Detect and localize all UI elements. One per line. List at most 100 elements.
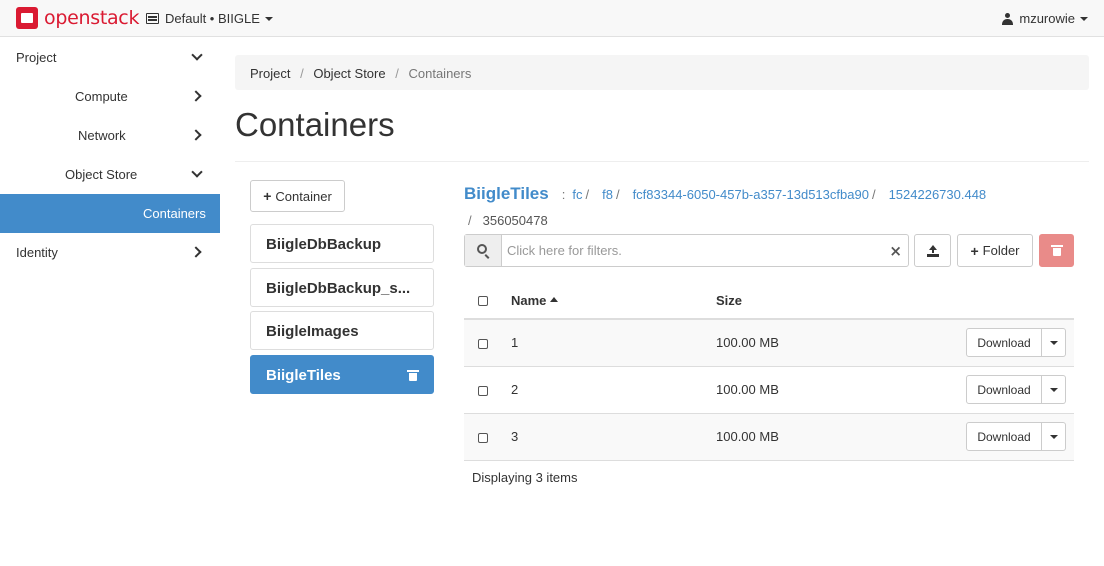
row-actions: Download [847,366,1074,414]
container-item-biigledbbackup[interactable]: BiigleDbBackup [250,224,434,263]
object-size: 100.00 MB [716,413,848,461]
actions-column-header [847,282,1074,320]
items-count: Displaying 3 items [472,470,578,485]
openstack-logo[interactable]: openstack [16,5,139,31]
breadcrumb-separator: / [300,66,304,81]
path-separator: / [585,187,590,202]
name-column-header[interactable]: Name [511,282,716,320]
sidebar-item-project[interactable]: Project [0,38,220,77]
project-list-icon [146,13,159,24]
search-icon [477,244,487,254]
filter-input[interactable] [507,243,887,258]
caret-down-icon [1049,387,1058,392]
create-folder-label: Folder [982,243,1020,258]
openstack-logo-icon [16,7,38,29]
path-segment[interactable]: fcf83344-6050-457b-a357-13d513cfba90 [633,187,869,202]
chevron-right-icon [190,246,202,258]
add-container-button[interactable]: + Container [250,180,345,212]
path-segment[interactable]: fc [572,187,582,202]
row-checkbox[interactable] [478,432,488,443]
container-name: BiigleDbBackup_s... [266,280,411,297]
breadcrumb-containers: Containers [408,66,472,81]
upload-icon [926,244,939,257]
path-separator: / [871,187,876,202]
row-actions-dropdown[interactable] [1042,422,1066,451]
row-actions-dropdown[interactable] [1042,375,1066,404]
table-header-row: Name Size [464,282,1074,320]
chevron-right-icon [190,90,202,102]
sidebar-item-compute[interactable]: Compute [0,77,220,116]
sidebar-item-label: Compute [75,89,128,104]
row-select-cell [464,319,511,367]
select-all-cell [464,282,511,320]
sidebar-item-identity[interactable]: Identity [0,233,220,272]
brand-name: openstack [44,7,140,29]
table-row: 2 100.00 MB Download [464,366,1074,414]
sidebar-item-label: Network [78,128,126,143]
clear-icon[interactable]: × [889,242,902,260]
upload-file-button[interactable] [914,234,951,267]
download-button[interactable]: Download [966,328,1042,358]
sidebar: Project Compute Network Object Store Con… [0,38,220,566]
chevron-down-icon [191,49,203,61]
filter-box: × [464,234,909,267]
trash-icon [1050,245,1063,256]
trash-icon[interactable] [407,370,419,381]
row-checkbox[interactable] [478,338,488,349]
object-size: 100.00 MB [716,366,848,414]
object-size: 100.00 MB [716,319,848,367]
user-icon [1002,12,1014,25]
download-button[interactable]: Download [966,422,1042,451]
row-checkbox[interactable] [478,385,488,396]
object-path-breadcrumb: BiigleTiles: fc / f8/fcf83344-6050-457b-a35… [464,181,1084,234]
table-row: 1 100.00 MB Download [464,319,1074,367]
plus-icon: + [263,188,272,204]
project-selector[interactable]: Default • BIIGLE [146,11,273,26]
path-root-container[interactable]: BiigleTiles [464,184,549,203]
download-button[interactable]: Download [966,375,1042,404]
objects-table: Name Size 1 100.00 MB Download 2 100.00 … [464,282,1074,461]
container-name: BiigleDbBackup [266,236,382,253]
path-separator: / [615,187,620,202]
download-button-group: Download [966,328,1066,358]
chevron-right-icon [190,129,202,141]
download-button-group: Download [966,375,1066,404]
container-name: BiigleTiles [266,367,341,384]
sidebar-item-label: Project [16,50,57,65]
object-name[interactable]: 1 [511,319,716,367]
row-actions-dropdown[interactable] [1042,328,1066,358]
container-item-biigleimages[interactable]: BiigleImages [250,311,434,350]
select-all-checkbox[interactable] [478,296,488,307]
container-item-biigledbbackup-s[interactable]: BiigleDbBackup_s... [250,268,434,307]
table-row: 3 100.00 MB Download [464,413,1074,461]
container-item-biigletiles[interactable]: BiigleTiles [250,355,434,394]
breadcrumb-project[interactable]: Project [250,66,290,81]
breadcrumb-object-store[interactable]: Object Store [313,66,385,81]
create-folder-button[interactable]: + Folder [957,234,1033,267]
path-segment[interactable]: f8 [602,187,613,202]
top-navbar: openstack Default • BIIGLE mzurowie [0,0,1104,37]
path-separator: : [561,187,566,202]
object-name[interactable]: 2 [511,366,716,414]
delete-objects-button[interactable] [1039,234,1074,267]
title-divider [235,161,1089,162]
sidebar-item-object-store[interactable]: Object Store [0,155,220,194]
path-segment[interactable]: 1524226730.448 [889,187,987,202]
object-name[interactable]: 3 [511,413,716,461]
search-addon [465,235,502,266]
path-separator: / [468,213,472,228]
size-header-label: Size [716,292,743,308]
name-header-label: Name [511,292,547,308]
sidebar-item-containers[interactable]: Containers [0,194,220,233]
container-name: BiigleImages [266,323,359,340]
chevron-down-icon [191,166,203,178]
caret-down-icon [1049,434,1058,439]
caret-down-icon [1080,16,1088,21]
sidebar-item-label: Object Store [65,167,138,182]
sidebar-item-network[interactable]: Network [0,116,220,155]
size-column-header[interactable]: Size [716,282,848,320]
caret-down-icon [1049,340,1058,345]
row-actions: Download [847,413,1074,461]
user-menu[interactable]: mzurowie [1002,11,1088,26]
row-actions: Download [847,319,1074,367]
